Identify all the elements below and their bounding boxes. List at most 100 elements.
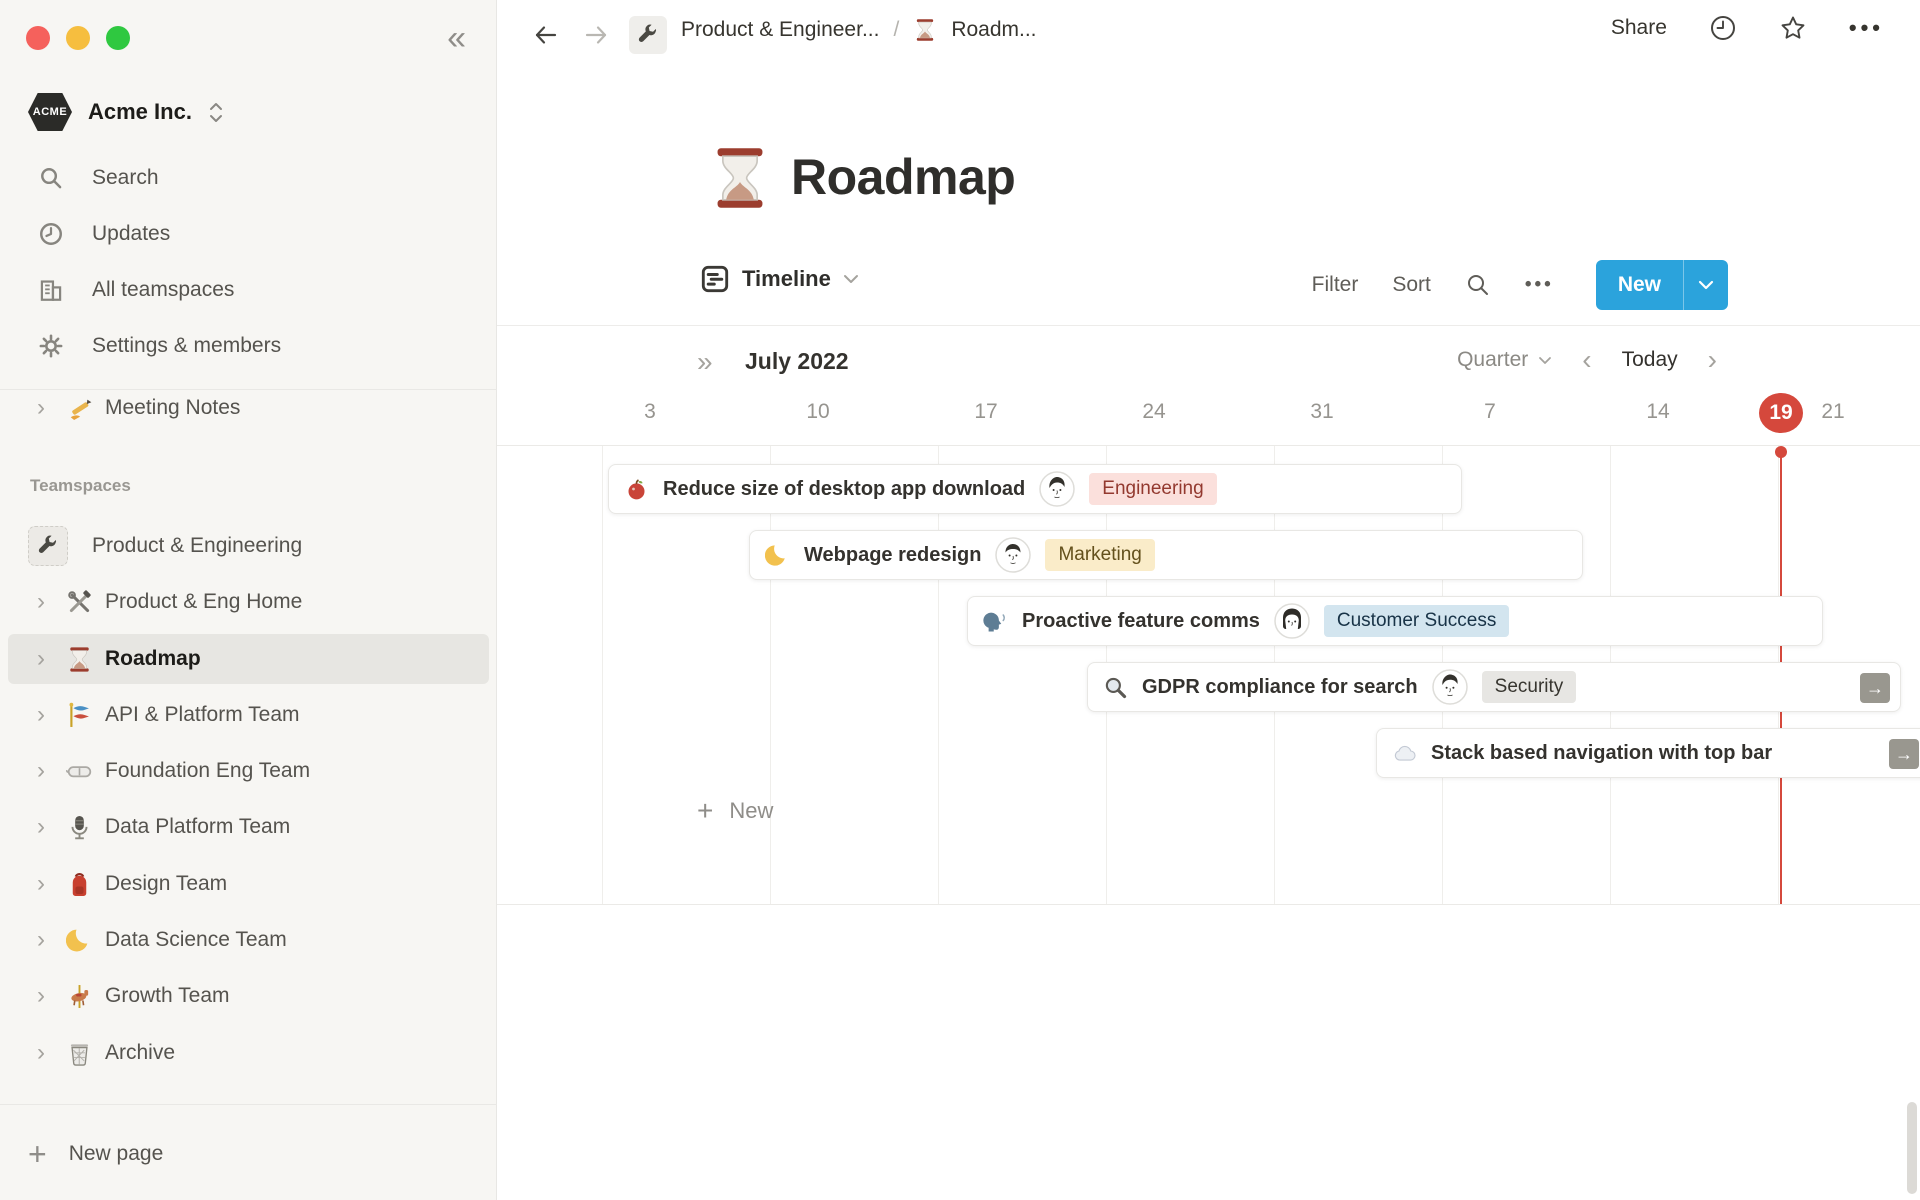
gear-icon [38,333,64,359]
sidebar-item-product-engineering[interactable]: Product & Engineering [0,518,497,574]
share-button[interactable]: Share [1611,16,1667,40]
new-button[interactable]: New [1596,260,1683,310]
sidebar-item-label: Updates [92,222,171,245]
sidebar-item-all-teamspaces[interactable]: All teamspaces [0,262,497,318]
wrench-icon [28,526,68,566]
date-label: 14 [1646,400,1670,423]
chevron-down-icon [1539,356,1552,364]
timeline-item-reduce-app-size[interactable]: Reduce size of desktop app download Engi… [608,464,1462,514]
timeline-controls: Quarter ‹ Today › [1457,346,1717,374]
chevron-right-icon[interactable]: › [32,928,50,952]
breadcrumb-teamspace[interactable]: Product & Engineer... [681,18,879,42]
sidebar-item-design-team[interactable]: › Design Team [0,856,497,912]
minimize-window-button[interactable] [66,26,90,50]
filter-button[interactable]: Filter [1312,273,1359,297]
chevron-right-icon[interactable]: › [32,984,50,1008]
favorite-star-icon[interactable] [1779,14,1807,42]
new-button-dropdown[interactable] [1684,260,1728,310]
double-chevron-right-icon[interactable]: » [697,346,713,378]
timeline-item-title: Webpage redesign [804,543,982,566]
maximize-window-button[interactable] [106,26,130,50]
toolbar-divider [497,325,1920,326]
back-arrow-icon[interactable] [533,22,559,48]
topbar: Product & Engineer... / Roadm... Share •… [497,0,1920,64]
sidebar-item-updates[interactable]: Updates [0,206,497,262]
history-clock-icon[interactable] [1709,14,1737,42]
view-toolbar: Timeline Filter Sort ••• New [497,256,1920,310]
more-options-icon[interactable]: ••• [1849,15,1884,41]
search-icon[interactable] [1465,272,1491,298]
sidebar-item-label: Roadmap [105,647,201,670]
teamspaces-section-label: Teamspaces [30,476,131,495]
timeline-item-proactive-feature-comms[interactable]: Proactive feature comms Customer Success [967,596,1823,646]
timeline-date-row: 3 10 17 24 31 7 14 19 21 [497,392,1920,438]
team-tag: Customer Success [1323,605,1510,637]
sidebar-item-label: All teamspaces [92,278,235,301]
today-button[interactable]: Today [1622,348,1678,372]
collapse-sidebar-icon[interactable]: « [447,21,466,55]
timeline-new-item-button[interactable]: + New [697,788,773,834]
sidebar-item-label: Foundation Eng Team [105,759,311,782]
sidebar-item-search[interactable]: Search [0,150,497,206]
sidebar-item-meeting-notes[interactable]: › Meeting Notes [0,384,497,432]
cloud-icon [1392,741,1417,766]
timeline-item-webpage-redesign[interactable]: Webpage redesign Marketing [749,530,1583,580]
timeline-item-title: Proactive feature comms [1022,609,1260,632]
magnifier-icon [1103,675,1128,700]
tab-timeline-view[interactable]: Timeline [700,264,859,294]
sidebar-item-roadmap[interactable]: › Roadmap [0,631,497,687]
hourglass-icon[interactable] [707,142,773,214]
sidebar-item-data-science-team[interactable]: › Data Science Team [0,912,497,968]
breadcrumb-separator: / [893,18,900,41]
chevron-down-icon [843,275,858,283]
chevron-right-icon[interactable]: › [32,590,50,614]
wastebasket-icon [66,1040,93,1067]
timeline-item-stack-navigation[interactable]: Stack based navigation with top bar → [1376,728,1920,778]
chevron-right-icon[interactable]: › [32,396,50,420]
previous-period-icon[interactable]: ‹ [1582,346,1591,374]
building-icon [38,277,64,303]
sidebar-item-growth-team[interactable]: › Growth Team [0,968,497,1024]
new-item-split-button: New [1595,260,1728,310]
goggles-icon [66,758,93,785]
new-page-button[interactable]: + New page [0,1128,497,1180]
week-gridline [770,446,771,904]
date-label: 31 [1310,400,1334,423]
more-options-icon[interactable]: ••• [1525,274,1554,296]
week-gridline [938,446,939,904]
man-sketch-avatar [995,537,1032,573]
timeline-item-gdpr-compliance[interactable]: GDPR compliance for search Security → [1087,662,1901,712]
sidebar-item-settings-members[interactable]: Settings & members [0,318,497,374]
open-page-arrow-button[interactable]: → [1889,739,1919,769]
chevron-right-icon[interactable]: › [32,647,50,671]
timeline-zoom-select[interactable]: Quarter [1457,348,1552,372]
team-tag: Engineering [1089,473,1217,505]
close-window-button[interactable] [26,26,50,50]
sidebar-item-api-platform-team[interactable]: › API & Platform Team [0,687,497,743]
chevron-right-icon[interactable]: › [32,759,50,783]
main-content: Product & Engineer... / Roadm... Share •… [497,0,1920,1200]
breadcrumb-page[interactable]: Roadm... [951,18,1036,42]
sidebar-item-data-platform-team[interactable]: › Data Platform Team [0,799,497,855]
sidebar-item-label: Archive [105,1041,176,1064]
open-page-arrow-button[interactable]: → [1860,673,1890,703]
sidebar-item-product-eng-home[interactable]: › Product & Eng Home [0,574,497,630]
sort-button[interactable]: Sort [1392,273,1431,297]
vertical-scrollbar[interactable] [1907,1102,1917,1194]
sidebar-item-foundation-eng-team[interactable]: › Foundation Eng Team [0,743,497,799]
page-title[interactable]: Roadmap [791,148,1016,206]
timeline-item-title: Stack based navigation with top bar [1431,741,1773,764]
forward-arrow-icon[interactable] [583,22,609,48]
chevron-right-icon[interactable]: › [32,703,50,727]
search-icon [38,165,64,191]
timeline-month-label: July 2022 [745,348,849,374]
workspace-switcher[interactable]: ACME Acme Inc. [28,88,224,136]
hourglass-icon [66,646,93,673]
sidebar-item-archive[interactable]: › Archive [0,1025,497,1081]
week-gridline [602,446,603,904]
chevron-right-icon[interactable]: › [32,815,50,839]
breadcrumb-teamspace-icon[interactable] [629,16,667,54]
chevron-right-icon[interactable]: › [32,872,50,896]
next-period-icon[interactable]: › [1708,346,1717,374]
chevron-right-icon[interactable]: › [32,1041,50,1065]
